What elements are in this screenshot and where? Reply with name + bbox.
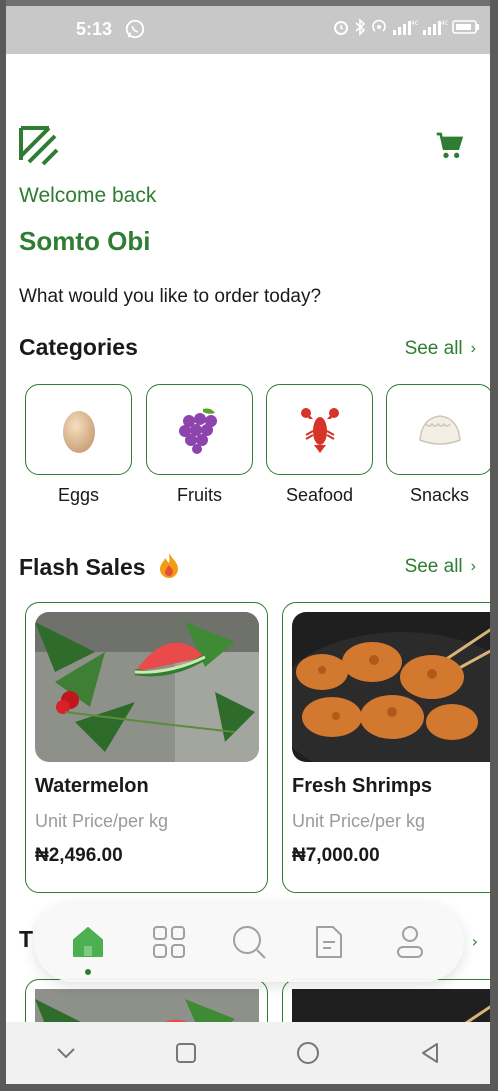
chevron-right-icon: › — [470, 340, 476, 357]
user-name: Somto Obi — [19, 226, 151, 256]
product-unit: Unit Price/per kg — [292, 811, 426, 831]
dumpling-icon — [418, 414, 461, 445]
signal-1-icon: 4G — [393, 20, 418, 35]
back-icon[interactable] — [419, 1042, 441, 1064]
chevron-right-icon[interactable]: › — [472, 932, 478, 951]
app-logo-icon — [19, 126, 59, 166]
egg-icon — [62, 410, 95, 453]
nav-orders[interactable] — [306, 919, 352, 965]
categories-see-all-link[interactable]: See all › — [405, 338, 476, 360]
recent-apps-icon[interactable] — [175, 1042, 197, 1064]
frame-right — [490, 0, 498, 1091]
category-card — [386, 384, 490, 475]
lobster-icon — [300, 407, 339, 453]
active-indicator — [85, 969, 92, 975]
product-price: ₦2,496.00 — [35, 845, 123, 866]
product-price: ₦7,000.00 — [292, 845, 380, 866]
alarm-icon — [334, 21, 348, 35]
flash-sales-label: Flash Sales — [19, 554, 146, 580]
shrimps-image — [292, 612, 490, 762]
chevron-down-icon[interactable] — [56, 1046, 76, 1060]
app-screen: Welcome back Somto Obi What would you li… — [6, 54, 490, 1022]
home-button-icon[interactable] — [296, 1041, 320, 1065]
shrimps-image — [292, 989, 490, 1022]
profile-icon — [396, 926, 423, 958]
frame-bottom — [0, 1084, 498, 1091]
nav-home[interactable] — [65, 919, 111, 975]
system-nav-bar — [6, 1022, 490, 1084]
order-prompt: What would you like to order today? — [19, 286, 322, 307]
categories-title: Categories — [19, 334, 138, 360]
next-section-title: T — [19, 926, 34, 952]
status-time: 5:13 — [76, 19, 113, 39]
orders-icon — [316, 926, 343, 958]
chevron-right-icon: › — [470, 558, 476, 575]
see-all-label: See all — [404, 556, 463, 577]
hotspot-icon — [372, 19, 386, 32]
category-label: Eggs — [57, 485, 100, 505]
flash-sales-see-all-link[interactable]: See all › — [405, 556, 476, 578]
grid-icon — [152, 926, 185, 958]
bluetooth-icon — [355, 18, 366, 36]
grapes-icon — [178, 408, 217, 454]
product-card-watermelon[interactable]: Watermelon Unit Price/per kg ₦2,496.00 — [25, 602, 268, 893]
nav-categories[interactable] — [146, 919, 192, 965]
bottom-nav — [34, 902, 464, 982]
category-eggs[interactable]: Eggs — [25, 384, 132, 506]
nav-search[interactable] — [226, 919, 272, 965]
category-card — [25, 384, 132, 475]
nav-profile[interactable] — [387, 919, 433, 965]
battery-icon — [452, 20, 479, 34]
category-label: Seafood — [285, 485, 354, 505]
see-all-label: See all — [404, 338, 463, 359]
whatsapp-icon — [125, 19, 145, 39]
search-icon — [232, 926, 266, 959]
fire-icon — [159, 553, 178, 578]
category-label: Snacks — [409, 485, 470, 505]
category-label: Fruits — [177, 485, 222, 505]
svg-text:4G: 4G — [441, 20, 448, 27]
product-name: Watermelon — [35, 775, 149, 797]
product-card-watermelon-2[interactable] — [25, 979, 268, 1022]
category-card — [266, 384, 373, 475]
svg-text:4G: 4G — [411, 20, 418, 27]
welcome-text: Welcome back — [19, 184, 157, 207]
category-seafood[interactable]: Seafood — [266, 384, 373, 506]
product-name: Fresh Shrimps — [292, 775, 433, 797]
category-card — [146, 384, 253, 475]
product-unit: Unit Price/per kg — [35, 811, 169, 831]
product-card-fresh-shrimps-2[interactable] — [282, 979, 490, 1022]
signal-2-icon: 4G — [423, 20, 448, 35]
watermelon-image — [35, 989, 259, 1022]
status-icons: 4G 4G — [332, 18, 480, 36]
category-fruits[interactable]: Fruits — [146, 384, 253, 506]
flash-sales-title: Flash Sales — [19, 552, 180, 581]
status-bar: 5:13 4G 4G — [6, 6, 490, 54]
watermelon-image — [35, 612, 259, 762]
product-card-fresh-shrimps[interactable]: Fresh Shrimps Unit Price/per kg ₦7,000.0… — [282, 602, 490, 893]
home-icon — [73, 927, 104, 957]
cart-icon[interactable] — [434, 130, 466, 162]
category-snacks[interactable]: Snacks — [386, 384, 490, 506]
